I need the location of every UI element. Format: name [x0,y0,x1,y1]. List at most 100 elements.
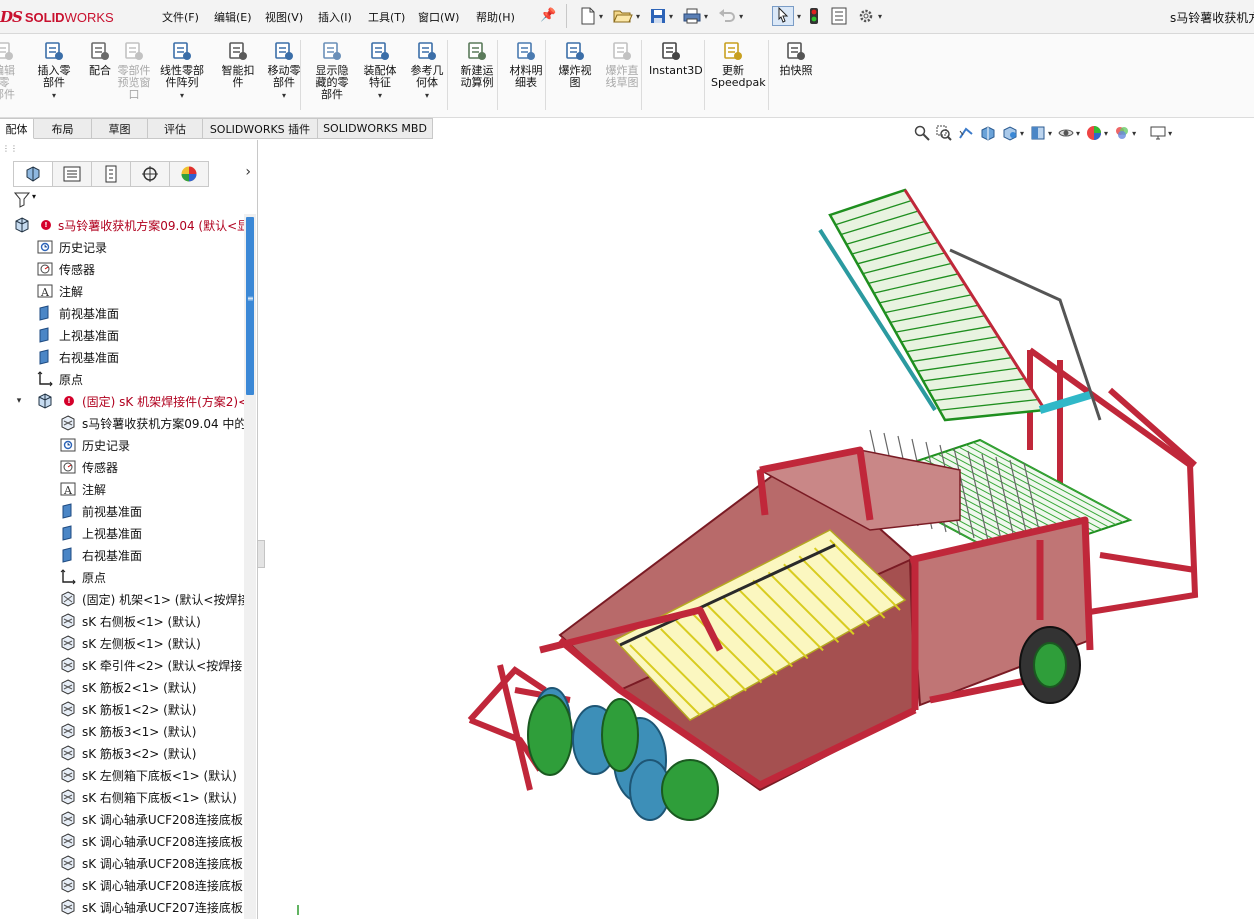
graphics-area[interactable] [266,140,1254,919]
tree-item[interactable]: ›sK 左侧箱下底板<1> (默认) [0,764,244,786]
command-assembly-features[interactable]: 装配体 特征 ▾ [358,40,402,102]
menu-insert[interactable]: 插入(I) [318,9,352,25]
menu-help[interactable]: 帮助(H) [476,9,515,25]
tab-evaluate[interactable]: 评估 [148,118,203,139]
tree-item[interactable]: ›sK 右侧板<1> (默认) [0,610,244,632]
tab-solidworks-addins[interactable]: SOLIDWORKS 插件 [203,118,318,139]
apply-scene-icon[interactable] [1114,125,1130,141]
chevron-right-icon[interactable]: › [245,164,251,180]
pin-menu-icon[interactable]: 📌 [540,8,556,23]
command-show-hidden[interactable]: 显示隐 藏的零 部件 [310,40,354,101]
menu-tools[interactable]: 工具(T) [368,9,405,25]
panel-grip[interactable]: ⋮⋮ [2,144,18,153]
tree-item[interactable]: ! s马铃薯收获机方案09.04 (默认<显 [0,214,244,236]
chevron-down-icon[interactable]: ▾ [797,12,801,21]
previous-view-icon[interactable] [958,125,974,141]
tree-item[interactable]: ›sK 调心轴承UCF208连接底板 [0,830,244,852]
potato-harvester-model[interactable] [297,188,1199,915]
tab-layout[interactable]: 布局 [34,118,92,139]
tree-item[interactable]: ›sK 调心轴承UCF208连接底板 [0,852,244,874]
feature-manager-tab[interactable] [13,161,53,187]
tree-item[interactable]: ›sK 左侧板<1> (默认) [0,632,244,654]
command-component-preview[interactable]: 零部件 预览窗 口 [112,40,156,101]
command-new-motion-study[interactable]: 新建运 动算例 [455,40,499,89]
tab-sketch[interactable]: 草图 [92,118,148,139]
chevron-down-icon[interactable]: ▾ [1076,129,1080,138]
configuration-manager-tab[interactable] [91,161,131,187]
tree-item[interactable]: 右视基准面 [0,544,244,566]
new-document-icon[interactable] [580,7,596,25]
tree-item[interactable]: 前视基准面 [0,500,244,522]
tree-item[interactable]: ›(固定) 机架<1> (默认<按焊接 [0,588,244,610]
chevron-down-icon[interactable]: ▾ [636,12,640,21]
menu-file[interactable]: 文件(F) [162,9,199,25]
dimxpert-manager-tab[interactable] [130,161,170,187]
view-settings-monitor-icon[interactable] [1150,125,1166,141]
print-icon[interactable] [683,8,701,24]
tree-item[interactable]: ›sK 右侧箱下底板<1> (默认) [0,786,244,808]
command-update-speedpak[interactable]: 更新 Speedpak [711,40,766,89]
chevron-down-icon[interactable]: ▾ [1132,129,1136,138]
command-bill-of-materials[interactable]: 材料明 细表 [504,40,548,89]
command-insert-component[interactable]: 插入零 部件 ▾ [32,40,76,102]
edit-appearance-icon[interactable] [1086,125,1102,141]
tree-item[interactable]: ▾! (固定) sK 机架焊接件(方案2)< [0,390,244,412]
command-reference-geometry[interactable]: 参考几 何体 ▾ [405,40,449,102]
save-icon[interactable] [650,8,666,24]
tree-item[interactable]: 传感器 [0,456,244,478]
tree-item[interactable]: 历史记录 [0,236,244,258]
tab-assembly[interactable]: 配体 [0,118,34,139]
chevron-down-icon[interactable]: ▾ [599,12,603,21]
tree-item[interactable]: 原点 [0,566,244,588]
chevron-down-icon[interactable]: ▾ [739,12,743,21]
chevron-down-icon[interactable]: ▾ [1020,129,1024,138]
menu-view[interactable]: 视图(V) [265,9,303,25]
tree-item[interactable]: ›sK 牵引件<2> (默认<按焊接 [0,654,244,676]
undo-icon[interactable] [718,8,736,24]
command-linear-pattern[interactable]: 线性零部 件阵列 ▾ [160,40,204,102]
chevron-down-icon[interactable]: ▾ [1048,129,1052,138]
tree-item[interactable]: 上视基准面 [0,324,244,346]
display-style-icon[interactable] [1058,125,1074,141]
scrollbar-thumb[interactable] [246,217,254,395]
tree-item[interactable]: ›sK 调心轴承UCF208连接底板 [0,874,244,896]
chevron-down-icon[interactable]: ▾ [405,90,449,102]
command-exploded-view[interactable]: 爆炸视 图 [553,40,597,89]
command-edit-component[interactable]: 编辑零 部件 [0,40,16,101]
chevron-down-icon[interactable]: ▾ [1104,129,1108,138]
tree-item[interactable]: ›sK 调心轴承UCF208连接底板 [0,808,244,830]
chevron-down-icon[interactable]: ▾ [32,90,76,102]
tree-item[interactable]: ›s马铃薯收获机方案09.04 中的 [0,412,244,434]
tree-item[interactable]: 历史记录 [0,434,244,456]
tree-item[interactable]: ›sK 筋板1<2> (默认) [0,698,244,720]
dynamic-annotation-icon[interactable] [1002,125,1018,141]
tree-item[interactable]: 右视基准面 [0,346,244,368]
section-view-icon[interactable] [980,125,996,141]
command-explode-line-sketch[interactable]: 爆炸直 线草图 [600,40,644,89]
property-manager-tab[interactable] [52,161,92,187]
rebuild-traffic-light-icon[interactable] [809,7,819,25]
chevron-down-icon[interactable]: ▾ [32,192,36,201]
command-instant3d[interactable]: Instant3D [649,40,703,77]
tree-item[interactable]: 前视基准面 [0,302,244,324]
tree-item[interactable]: ›A注解 [0,478,244,500]
command-smart-fasteners[interactable]: 智能扣 件 [216,40,260,89]
zoom-to-fit-icon[interactable] [914,125,930,141]
vertical-scrollbar[interactable]: ≡ [244,214,256,919]
display-manager-tab[interactable] [169,161,209,187]
panel-collapse-handle[interactable] [257,540,265,568]
tree-item[interactable]: ›sK 筋板2<1> (默认) [0,676,244,698]
tree-item[interactable]: 传感器 [0,258,244,280]
zoom-to-area-icon[interactable] [936,125,952,141]
chevron-down-icon[interactable]: ▾ [160,90,204,102]
tree-item[interactable]: ›sK 调心轴承UCF207连接底板 [0,896,244,918]
open-folder-icon[interactable] [613,8,633,24]
chevron-down-icon[interactable]: ▾ [878,12,882,21]
menu-window[interactable]: 窗口(W) [418,9,459,25]
tree-item[interactable]: ›A注解 [0,280,244,302]
tree-item[interactable]: 上视基准面 [0,522,244,544]
chevron-down-icon[interactable]: ▾ [1168,129,1172,138]
tab-solidworks-mbd[interactable]: SOLIDWORKS MBD [318,118,433,139]
tree-item[interactable]: 原点 [0,368,244,390]
file-properties-icon[interactable] [831,7,847,25]
